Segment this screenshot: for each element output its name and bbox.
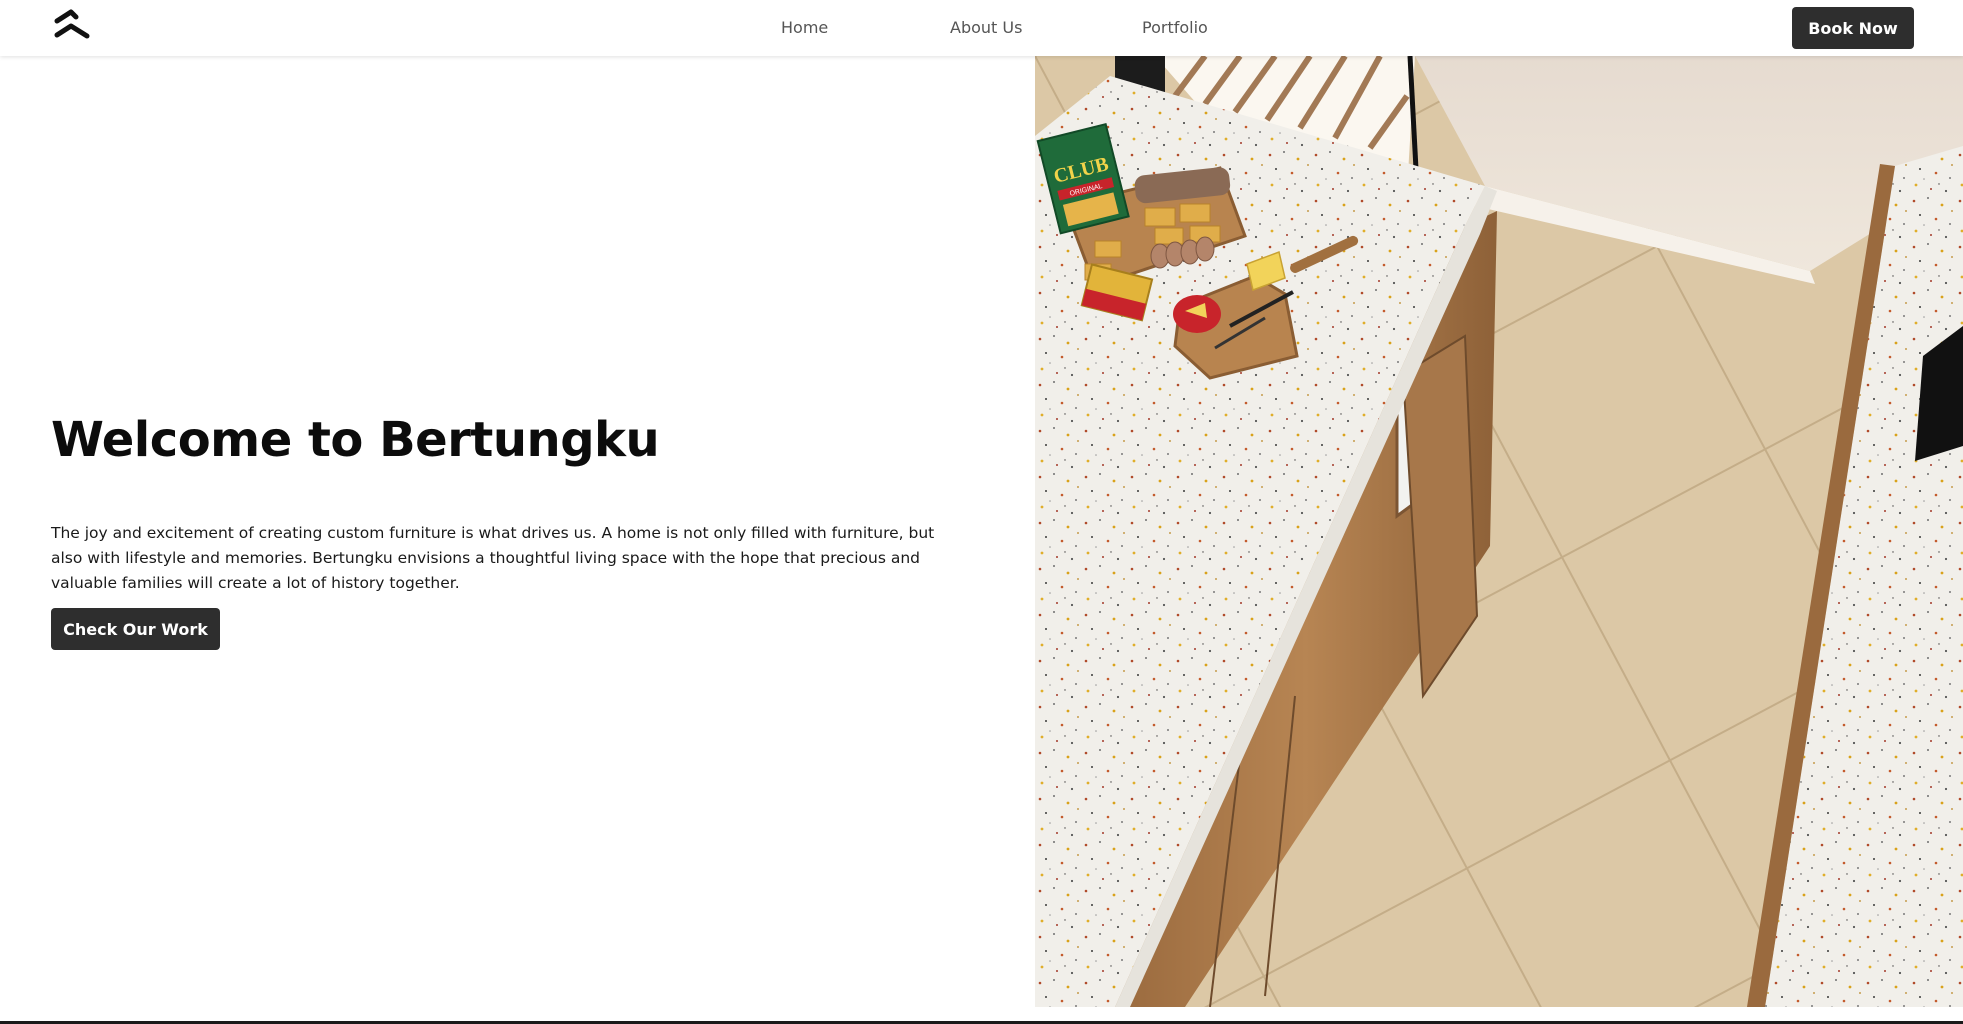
- brand-logo-icon[interactable]: [54, 9, 90, 41]
- check-our-work-button[interactable]: Check Our Work: [51, 608, 220, 650]
- page: Home About Us Portfolio Book Now Welcome…: [0, 0, 1963, 1024]
- hero-title: Welcome to Bertungku: [51, 412, 660, 468]
- site-header: Home About Us Portfolio Book Now: [0, 0, 1963, 56]
- nav-portfolio-link[interactable]: Portfolio: [1142, 18, 1208, 37]
- nav-about-us-link[interactable]: About Us: [950, 18, 1022, 37]
- kitchen-illustration: CLUB ORIGINAL: [1035, 56, 1963, 1007]
- hero-kitchen-image: CLUB ORIGINAL: [1035, 56, 1963, 1007]
- nav-home-link[interactable]: Home: [781, 18, 828, 37]
- hero-description: The joy and excitement of creating custo…: [51, 524, 935, 592]
- book-now-button[interactable]: Book Now: [1792, 7, 1914, 49]
